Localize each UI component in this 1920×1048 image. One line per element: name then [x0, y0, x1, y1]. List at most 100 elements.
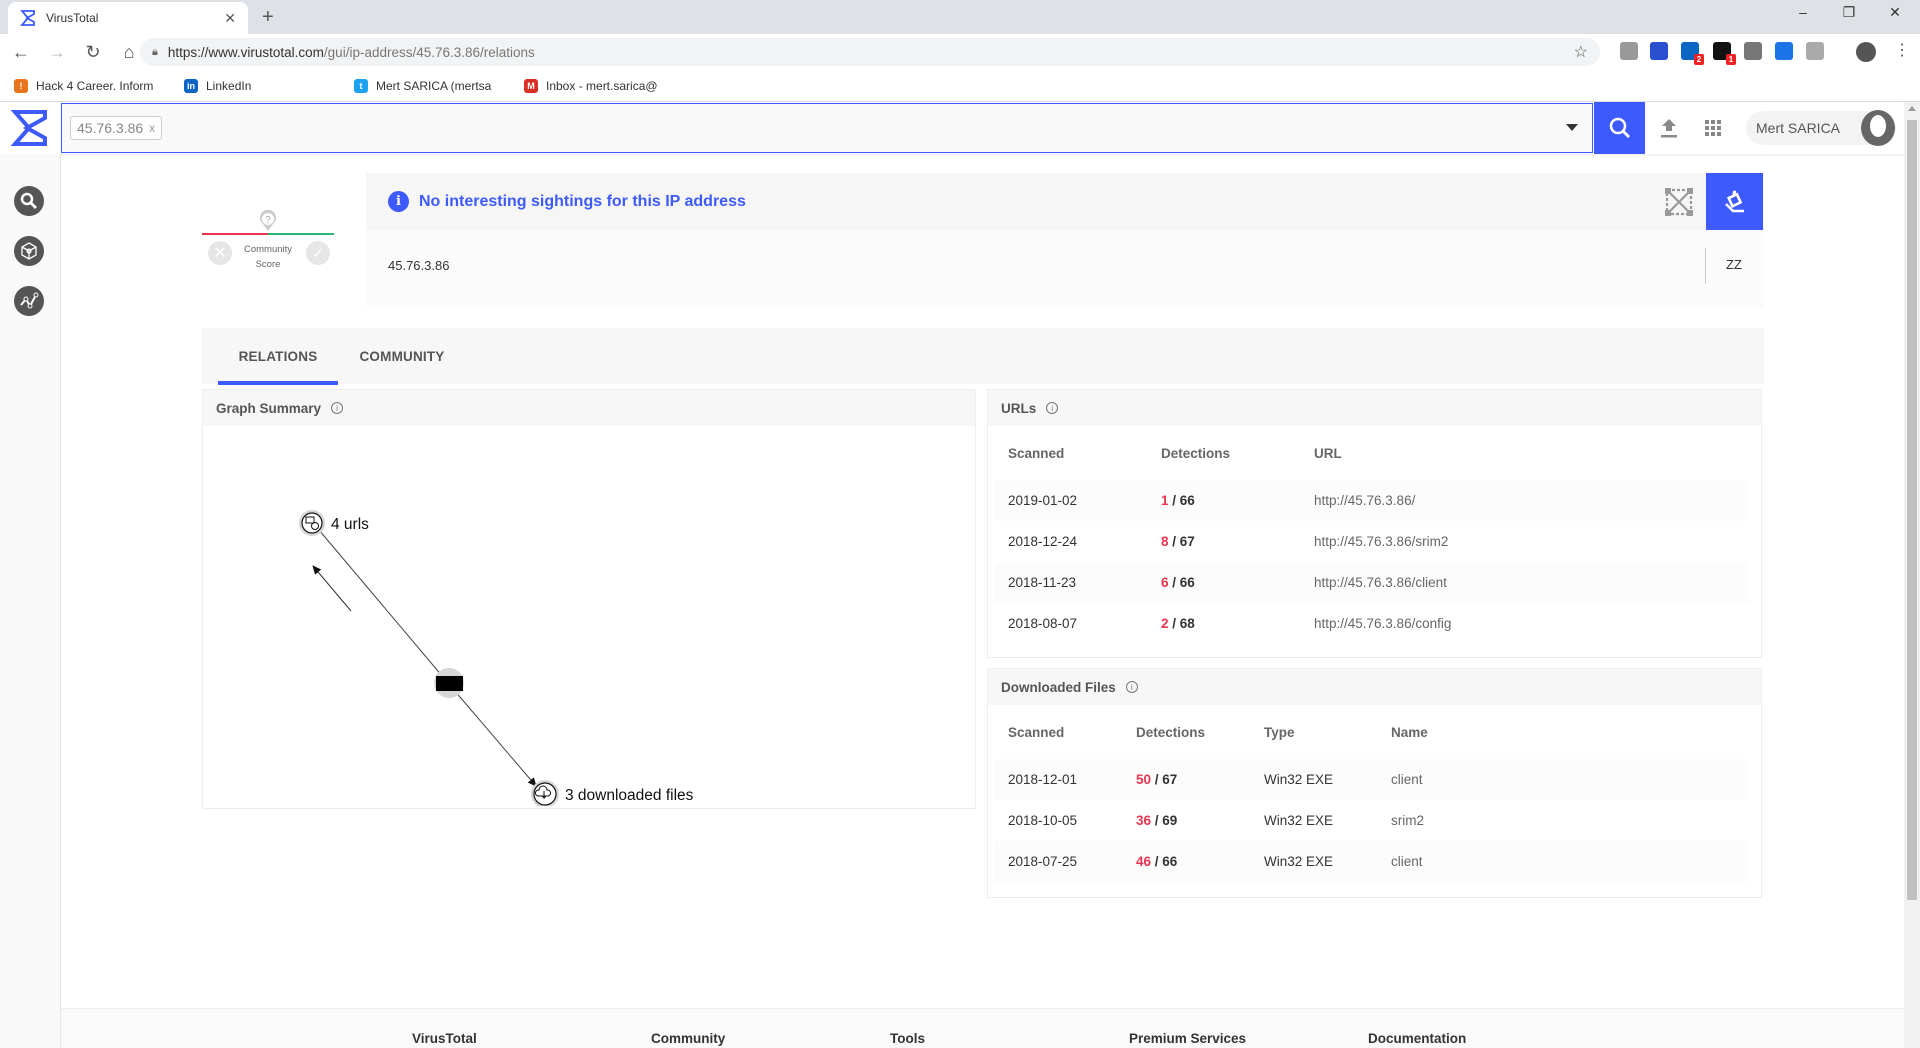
file-name-link[interactable]: client: [1377, 759, 1749, 800]
h4c-icon: !: [14, 78, 28, 93]
footer-community[interactable]: Community: [651, 1031, 725, 1046]
vote-malicious-icon[interactable]: ✕: [208, 241, 232, 265]
user-name: Mert SARICA: [1756, 120, 1841, 136]
center-ip-node[interactable]: [434, 668, 464, 698]
urls-title: URLs: [1001, 400, 1037, 416]
extension-linkedin-icon[interactable]: 2: [1681, 42, 1704, 65]
footer: VirusTotal Community Tools Premium Servi…: [61, 1008, 1904, 1048]
upload-icon[interactable]: [1657, 116, 1681, 140]
browser-tab[interactable]: VirusTotal ✕: [8, 2, 248, 34]
apps-grid-icon[interactable]: [1701, 116, 1725, 140]
search-chip-label: 45.76.3.86: [77, 120, 144, 136]
footer-tools[interactable]: Tools: [890, 1031, 925, 1046]
extension-badge: 2: [1694, 54, 1704, 65]
extension-shield-icon[interactable]: [1806, 42, 1824, 60]
graph-node-urls[interactable]: 4 urls: [299, 510, 369, 536]
menu-kebab-icon[interactable]: ⋮: [1894, 40, 1910, 60]
file-name-link[interactable]: client: [1377, 841, 1749, 882]
summary-card: i No interesting sightings for this IP a…: [366, 173, 1764, 307]
tab-relations[interactable]: RELATIONS: [218, 328, 338, 385]
bookmark-item[interactable]: in LinkedIn: [184, 78, 334, 93]
scanned-date: 2018-11-23: [994, 562, 1147, 603]
reload-icon[interactable]: ↻: [78, 42, 108, 63]
extension-arrow-icon[interactable]: [1775, 42, 1793, 60]
edge-to-urls: [312, 565, 352, 612]
user-menu-button[interactable]: Mert SARICA: [1746, 110, 1896, 146]
url-link[interactable]: http://45.76.3.86/client: [1300, 562, 1749, 603]
graph-node-files[interactable]: 3 downloaded files: [531, 780, 694, 806]
virustotal-logo-icon[interactable]: [10, 108, 50, 148]
bookmark-item[interactable]: M Inbox - mert.sarica@: [524, 78, 674, 93]
url-link[interactable]: http://45.76.3.86/srim2: [1300, 521, 1749, 562]
scroll-thumb[interactable]: [1907, 120, 1917, 900]
bookmark-item[interactable]: t Mert SARICA (mertsa: [354, 78, 504, 93]
country-code-tag: ZZ: [1726, 257, 1742, 272]
cube-network-icon: [21, 242, 37, 260]
tab-community[interactable]: COMMUNITY: [338, 328, 466, 384]
lock-icon: 🔒︎: [152, 45, 158, 58]
search-dropdown-caret-icon[interactable]: [1566, 124, 1578, 131]
col-scanned: Scanned: [1008, 445, 1065, 461]
vt-graph-button[interactable]: [1706, 173, 1763, 230]
forward-arrow-icon[interactable]: →: [42, 42, 72, 63]
browser-toolbar: ← → ↻ ⌂ 🔒︎ https://www.virustotal.com/gu…: [0, 34, 1920, 70]
profile-avatar[interactable]: [1856, 42, 1876, 62]
scanned-date: 2018-12-01: [994, 759, 1122, 800]
file-name-link[interactable]: srim2: [1377, 800, 1749, 841]
page-scrollbar[interactable]: [1904, 102, 1920, 1048]
relations-graph[interactable]: 4 urls 3 downloaded files: [203, 426, 975, 806]
back-arrow-icon[interactable]: ←: [6, 42, 36, 63]
footer-documentation[interactable]: Documentation: [1368, 1031, 1466, 1046]
search-button[interactable]: [1594, 102, 1645, 154]
extension-block-icon[interactable]: [1650, 42, 1668, 60]
bookmark-item[interactable]: ! Hack 4 Career. Inform: [14, 78, 164, 93]
footer-premium-services[interactable]: Premium Services: [1129, 1031, 1246, 1046]
footer-virustotal[interactable]: VirusTotal: [412, 1031, 477, 1046]
rail-intelligence-button[interactable]: [14, 236, 44, 266]
left-rail: [0, 154, 61, 1048]
file-row[interactable]: 2018-07-25 46 / 66 Win32 EXE client: [994, 841, 1749, 882]
graph-line-icon: [20, 292, 39, 309]
minimize-button[interactable]: –: [1780, 4, 1826, 20]
vote-harmless-icon[interactable]: ✓: [306, 241, 330, 265]
address-bar[interactable]: 🔒︎ https://www.virustotal.com/gui/ip-add…: [140, 38, 1600, 66]
rail-search-button[interactable]: [14, 186, 44, 216]
info-icon[interactable]: i: [1046, 402, 1059, 414]
extension-s-icon[interactable]: [1744, 42, 1762, 60]
search-icon: [1609, 117, 1630, 138]
url-row[interactable]: 2018-11-23 6 / 66 http://45.76.3.86/client: [994, 562, 1749, 603]
detections-total: 69: [1162, 813, 1178, 828]
file-row[interactable]: 2018-10-05 36 / 69 Win32 EXE srim2: [994, 800, 1749, 841]
detections: 46 / 66: [1122, 841, 1250, 882]
scroll-up-arrow-icon[interactable]: [1908, 106, 1916, 111]
bookmark-star-icon[interactable]: ☆: [1574, 42, 1588, 62]
detections-total: 67: [1162, 772, 1178, 787]
extension-dark-icon[interactable]: 1: [1713, 42, 1736, 65]
url-row[interactable]: 2018-08-07 2 / 68 http://45.76.3.86/config: [994, 603, 1749, 644]
urls-table: Scanned Detections URL 2019-01-02 1 / 66 h…: [994, 426, 1749, 644]
linkedin-icon: in: [184, 78, 198, 93]
search-chip[interactable]: 45.76.3.86 x: [70, 116, 163, 140]
close-window-button[interactable]: ✕: [1872, 4, 1918, 21]
maximize-button[interactable]: ❐: [1826, 4, 1872, 21]
chip-remove-icon[interactable]: x: [149, 121, 155, 135]
info-icon[interactable]: i: [331, 402, 344, 414]
url-link[interactable]: http://45.76.3.86/: [1300, 480, 1749, 521]
extension-globe-icon[interactable]: [1620, 42, 1638, 60]
detections: 36 / 69: [1122, 800, 1250, 841]
rail-graph-button[interactable]: [14, 286, 44, 316]
graph-expand-icon[interactable]: [1664, 187, 1694, 217]
info-icon[interactable]: i: [1125, 681, 1138, 693]
edge-to-files: [453, 689, 537, 787]
url-row[interactable]: 2018-12-24 8 / 67 http://45.76.3.86/srim2: [994, 521, 1749, 562]
url-link[interactable]: http://45.76.3.86/config: [1300, 603, 1749, 644]
ip-address-text: 45.76.3.86: [388, 258, 450, 273]
new-tab-button[interactable]: +: [262, 6, 274, 29]
search-input[interactable]: 45.76.3.86 x: [61, 103, 1593, 153]
url-row[interactable]: 2019-01-02 1 / 66 http://45.76.3.86/: [994, 480, 1749, 521]
unknown-score-pin-icon: ?: [260, 210, 276, 231]
file-row[interactable]: 2018-12-01 50 / 67 Win32 EXE client: [994, 759, 1749, 800]
urls-panel: URLs i Scanned Detections URL 2019-01-02…: [987, 389, 1762, 658]
browser-tabstrip: VirusTotal ✕ + – ❐ ✕: [0, 0, 1920, 34]
tab-close-icon[interactable]: ✕: [224, 10, 236, 27]
